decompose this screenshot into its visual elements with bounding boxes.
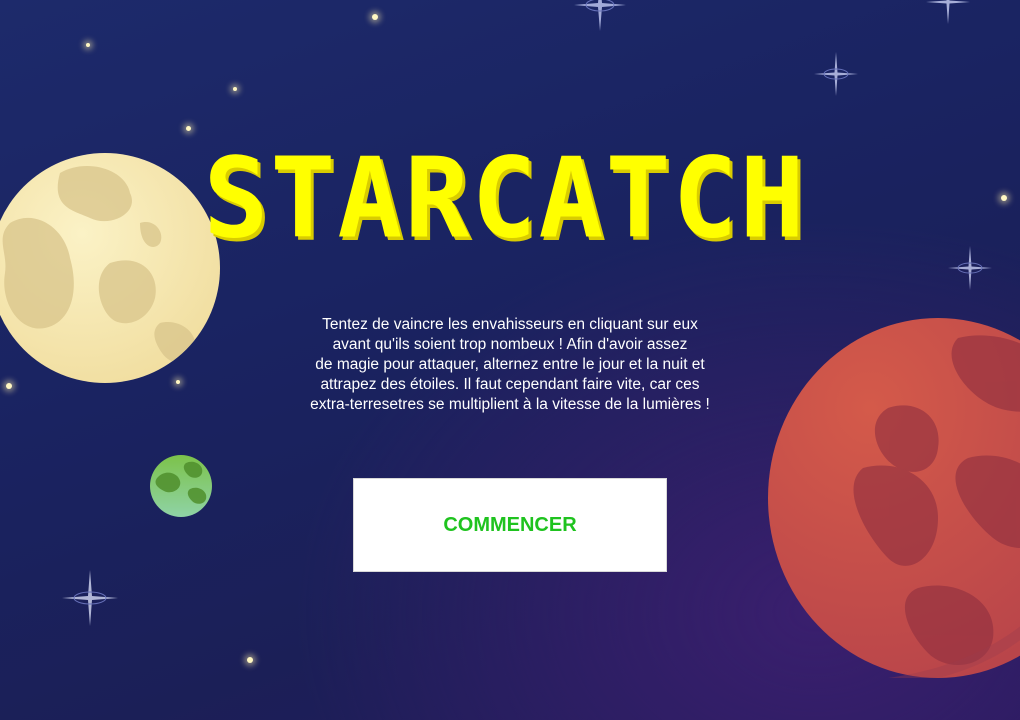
start-button-label: COMMENCER — [443, 513, 577, 536]
star-icon — [6, 383, 12, 389]
star-icon — [372, 14, 378, 20]
description-line: Tentez de vaincre les envahisseurs en cl… — [322, 316, 698, 333]
sparkle-star-icon — [926, 0, 970, 24]
start-button[interactable]: COMMENCER — [353, 478, 667, 572]
game-start-screen: STARCATCH Tentez de vaincre les envahiss… — [0, 0, 1020, 720]
red-planet-icon — [768, 318, 1020, 678]
star-icon — [233, 87, 237, 91]
sparkle-star-icon — [948, 246, 992, 290]
sparkle-star-icon — [814, 52, 858, 96]
game-description: Tentez de vaincre les envahisseurs en cl… — [260, 315, 760, 415]
sparkle-star-icon — [62, 570, 118, 626]
description-line: attrapez des étoiles. Il faut cependant … — [320, 376, 700, 393]
description-line: de magie pour attaquer, alternez entre l… — [315, 356, 705, 373]
sparkle-star-icon — [574, 0, 626, 31]
star-icon — [86, 43, 90, 47]
green-planet-icon — [150, 455, 212, 517]
game-title: STARCATCH — [203, 135, 807, 264]
star-icon — [1001, 195, 1007, 201]
description-line: avant qu'ils soient trop nombeux ! Afin … — [332, 336, 688, 353]
star-icon — [247, 657, 253, 663]
description-line: extra-terresetres se multiplient à la vi… — [310, 396, 710, 413]
